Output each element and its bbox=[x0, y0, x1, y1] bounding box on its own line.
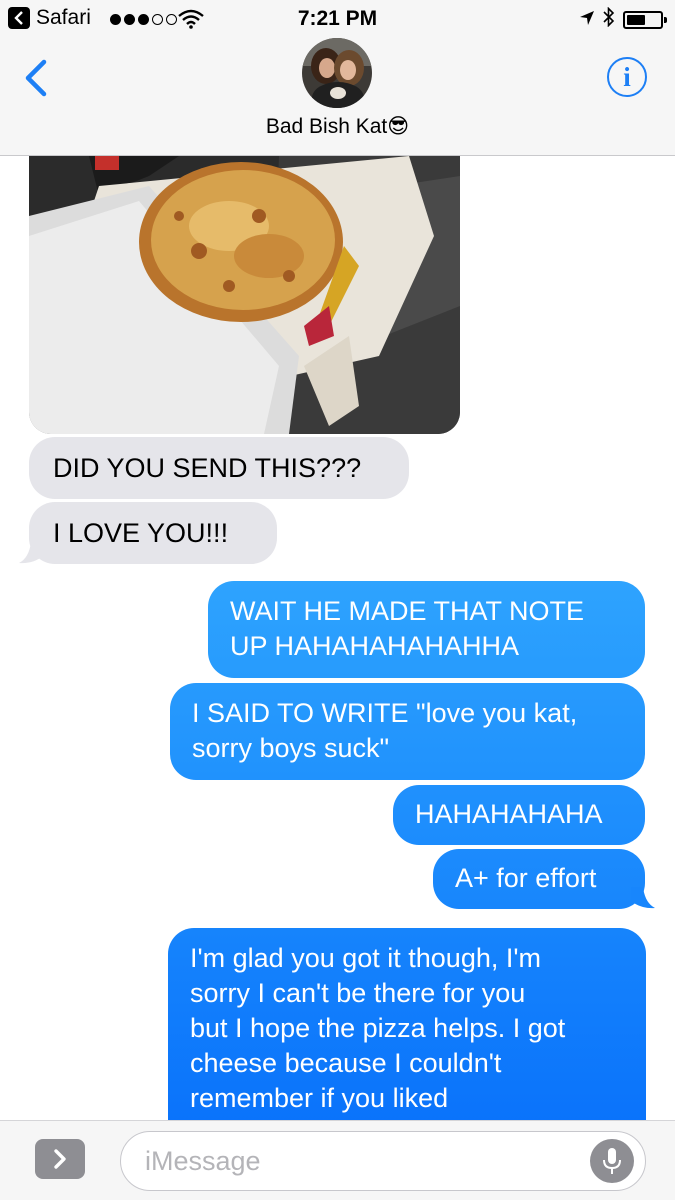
message-text-line: cheese because I couldn't bbox=[190, 1048, 502, 1078]
status-time: 7:21 PM bbox=[297, 7, 378, 30]
contact-avatar[interactable] bbox=[302, 38, 372, 108]
location-arrow-icon bbox=[579, 8, 595, 32]
bubble-tail bbox=[631, 887, 655, 909]
bubble-tail bbox=[19, 542, 43, 564]
message-text-line: I'm glad you got it though, I'm bbox=[190, 943, 541, 973]
message-text-line: but I hope the pizza helps. I got bbox=[190, 1013, 566, 1043]
sent-message-bubble[interactable]: HAHAHAHAHA bbox=[393, 785, 645, 845]
microphone-icon bbox=[603, 1148, 621, 1174]
message-text-line: remember if you liked bbox=[190, 1083, 449, 1113]
message-input[interactable] bbox=[120, 1131, 646, 1191]
message-text-line: I SAID TO WRITE "love you kat, bbox=[192, 698, 578, 728]
chevron-right-icon bbox=[54, 1149, 66, 1169]
battery-icon bbox=[623, 11, 667, 29]
status-bar: Safari 7:21 PM bbox=[0, 0, 675, 38]
battery-level bbox=[627, 15, 645, 25]
sent-message-bubble[interactable]: I SAID TO WRITE "love you kat, sorry boys… bbox=[170, 683, 645, 780]
message-text-line: A+ for effort bbox=[455, 863, 597, 893]
message-text-line: sorry boys suck" bbox=[192, 733, 390, 763]
microphone-button[interactable] bbox=[590, 1139, 634, 1183]
status-icons bbox=[579, 6, 667, 33]
sent-message-bubble[interactable]: A+ for effort bbox=[433, 849, 645, 909]
conversation-header: Bad Bish Kat😎 i bbox=[0, 38, 675, 156]
message-text-line: HAHAHAHAHA bbox=[415, 799, 603, 829]
bluetooth-icon bbox=[603, 6, 615, 33]
back-button[interactable] bbox=[18, 56, 58, 100]
sent-message-bubble[interactable]: WAIT HE MADE THAT NOTE UP HAHAHAHAHAHHA bbox=[208, 581, 645, 678]
message-text-line: UP HAHAHAHAHAHHA bbox=[230, 631, 520, 661]
apps-button[interactable] bbox=[35, 1139, 85, 1179]
message-text: I LOVE YOU!!! bbox=[53, 518, 229, 548]
info-icon[interactable]: i bbox=[607, 57, 647, 97]
chevron-left-icon bbox=[25, 59, 47, 97]
message-text: DID YOU SEND THIS??? bbox=[53, 453, 362, 483]
message-text-line: sorry I can't be there for you bbox=[190, 978, 526, 1008]
sent-message-bubble[interactable]: I'm glad you got it though, I'm sorry I c… bbox=[168, 928, 646, 1122]
message-composer bbox=[0, 1120, 675, 1200]
contact-name[interactable]: Bad Bish Kat😎 bbox=[0, 114, 675, 139]
message-text-line: WAIT HE MADE THAT NOTE bbox=[230, 596, 585, 626]
received-message-bubble[interactable]: I LOVE YOU!!! bbox=[29, 502, 277, 564]
pizza-photo-message[interactable] bbox=[29, 156, 460, 434]
received-message-bubble[interactable]: DID YOU SEND THIS??? bbox=[29, 437, 409, 499]
